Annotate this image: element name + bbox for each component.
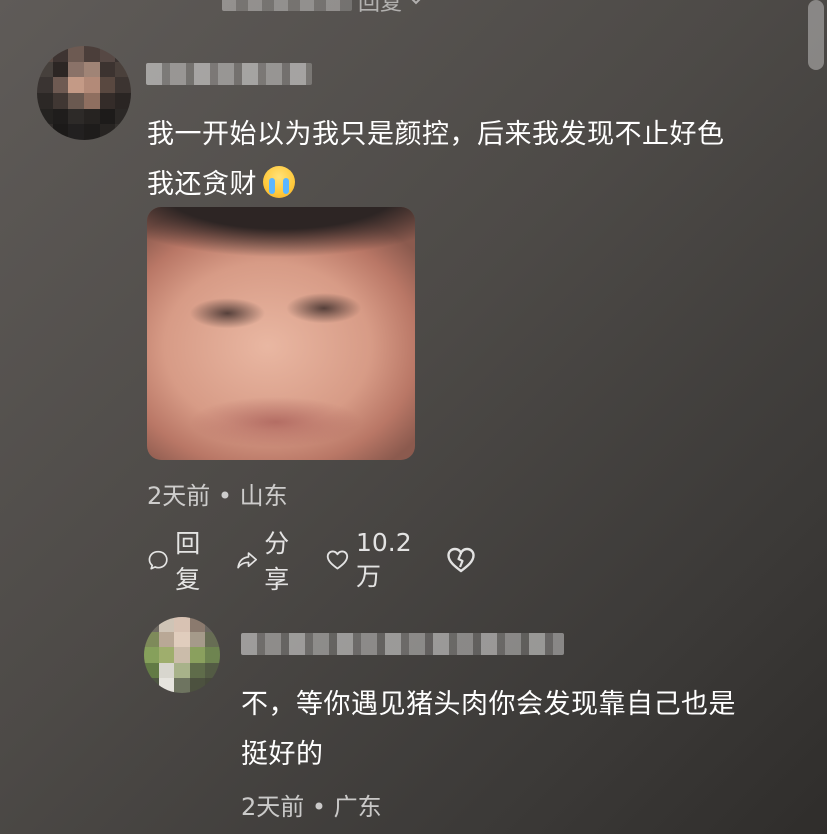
reply-button[interactable]: 回复: [147, 524, 210, 596]
broken-heart-icon: [447, 547, 475, 573]
like-count: 10.2万: [355, 527, 412, 591]
username-blurred[interactable]: [241, 633, 564, 655]
avatar[interactable]: [144, 617, 220, 693]
chevron-down-icon: [411, 0, 421, 5]
scrollbar[interactable]: [808, 0, 824, 70]
username-blurred[interactable]: [146, 63, 312, 85]
comment-text-line: 我一开始以为我只是颜控，后来我发现不止好色: [147, 119, 725, 150]
blurred-text: [222, 0, 352, 11]
loudly-crying-face-icon: [263, 166, 295, 198]
like-button[interactable]: 10.2万: [325, 528, 419, 593]
avatar[interactable]: [37, 46, 131, 140]
comment-meta: 2天前 • 山东: [147, 482, 288, 510]
reply-meta: 2天前 • 广东: [241, 793, 382, 821]
reply-toggle-label: 回复: [358, 0, 403, 16]
sticker-image[interactable]: [147, 207, 415, 460]
reply-label: 回复: [175, 529, 201, 594]
comment-text-line: 我还贪财: [147, 160, 807, 210]
reply-text: 不，等你遇见猪头肉你会发现靠自己也是 挺好的: [241, 680, 801, 780]
reply-text-line: 挺好的: [241, 739, 324, 770]
speech-bubble-icon: [148, 550, 168, 570]
share-arrow-icon: [237, 552, 258, 569]
heart-icon: [326, 550, 349, 570]
comment-actions: 回复 分享 10.2万: [147, 528, 503, 594]
previous-reply-toggle[interactable]: 回复: [222, 0, 424, 16]
share-button[interactable]: 分享: [236, 524, 299, 596]
dislike-button[interactable]: [445, 544, 477, 576]
reply-text-line: 不，等你遇见猪头肉你会发现靠自己也是: [241, 689, 736, 720]
share-label: 分享: [264, 529, 290, 594]
comment-text: 我一开始以为我只是颜控，后来我发现不止好色 我还贪财: [147, 110, 807, 210]
